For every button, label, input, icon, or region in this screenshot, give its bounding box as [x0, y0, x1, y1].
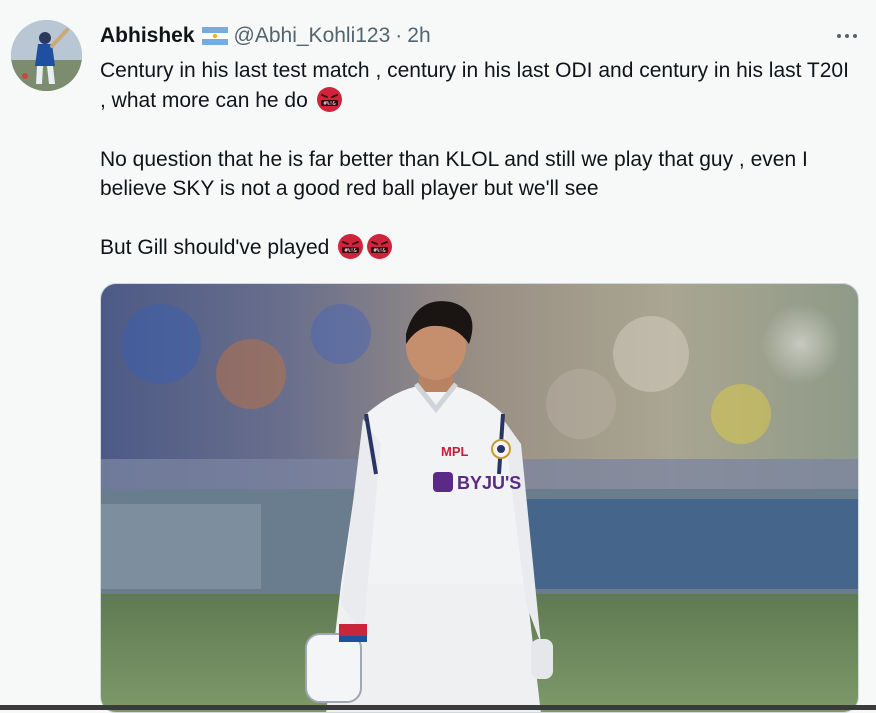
tweet-text: Century in his last test match , century…: [100, 56, 850, 263]
window-bottom-edge: [0, 705, 876, 710]
face-with-symbols-on-mouth-icon: #%!&: [316, 86, 343, 113]
tweet-card[interactable]: Abhishek @Abhi_Kohli123 · 2h Century in …: [0, 0, 876, 713]
more-options-button[interactable]: [830, 22, 864, 50]
tweet-timestamp[interactable]: 2h: [407, 24, 430, 48]
user-handle[interactable]: @Abhi_Kohli123: [234, 24, 391, 48]
tweet-media-photo[interactable]: MPL BYJU'S: [100, 283, 859, 713]
tweet-header: Abhishek @Abhi_Kohli123 · 2h: [100, 22, 431, 50]
jersey-sponsor-logo: BYJU'S: [457, 473, 521, 493]
svg-text:#%!&: #%!&: [323, 101, 335, 107]
svg-text:#%!&: #%!&: [345, 248, 357, 254]
argentina-flag-icon: [201, 27, 228, 45]
face-with-symbols-on-mouth-icon: #%!&: [366, 233, 393, 260]
face-with-symbols-on-mouth-icon: #%!&: [337, 233, 364, 260]
more-horizontal-icon: [837, 34, 841, 38]
tweet-paragraph: Century in his last test match , century…: [100, 59, 849, 113]
svg-text:#%!&: #%!&: [374, 248, 386, 254]
avatar[interactable]: [11, 20, 82, 91]
display-name[interactable]: Abhishek: [100, 24, 195, 48]
tweet-paragraph: No question that he is far better than K…: [100, 147, 808, 201]
tweet-paragraph: But Gill should've played #%!& #%!&: [100, 233, 850, 263]
jersey-brand-logo: MPL: [441, 444, 469, 459]
header-separator: ·: [395, 24, 403, 47]
